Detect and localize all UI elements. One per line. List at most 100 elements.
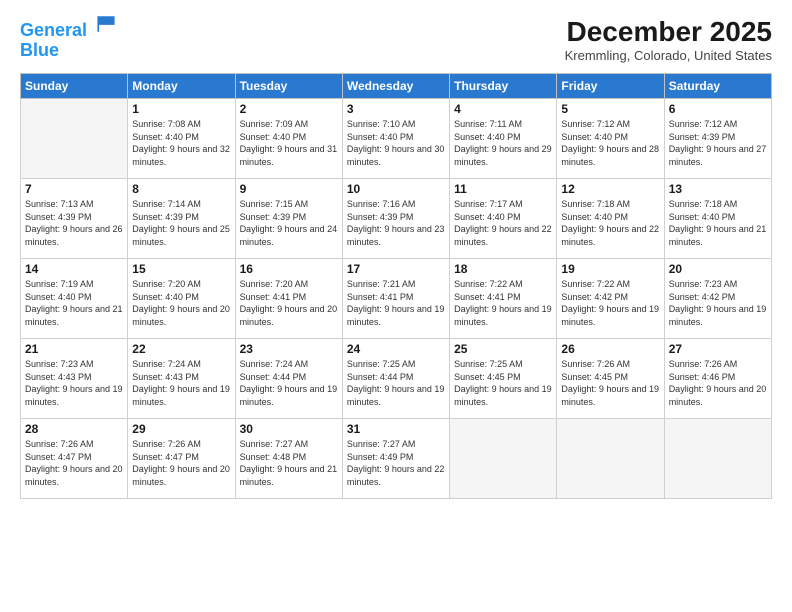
day-number: 16: [240, 262, 338, 276]
day-info: Sunrise: 7:15 AMSunset: 4:39 PMDaylight:…: [240, 198, 338, 248]
day-info: Sunrise: 7:22 AMSunset: 4:41 PMDaylight:…: [454, 278, 552, 328]
day-number: 6: [669, 102, 767, 116]
page: General Blue December 2025 Kremmling, Co…: [0, 0, 792, 612]
day-info: Sunrise: 7:24 AMSunset: 4:44 PMDaylight:…: [240, 358, 338, 408]
calendar-cell: 16 Sunrise: 7:20 AMSunset: 4:41 PMDayligh…: [235, 259, 342, 339]
logo-general: General: [20, 20, 87, 40]
day-info: Sunrise: 7:22 AMSunset: 4:42 PMDaylight:…: [561, 278, 659, 328]
calendar-cell: 1Sunrise: 7:08 AMSunset: 4:40 PMDaylight…: [128, 99, 235, 179]
day-number: 5: [561, 102, 659, 116]
day-number: 11: [454, 182, 552, 196]
day-info: Sunrise: 7:26 AMSunset: 4:47 PMDaylight:…: [132, 438, 230, 488]
day-number: 8: [132, 182, 230, 196]
weekday-header: Saturday: [664, 74, 771, 99]
day-number: 21: [25, 342, 123, 356]
day-info: Sunrise: 7:12 AMSunset: 4:40 PMDaylight:…: [561, 118, 659, 168]
weekday-header: Thursday: [450, 74, 557, 99]
day-info: Sunrise: 7:08 AMSunset: 4:40 PMDaylight:…: [132, 118, 230, 168]
calendar-week-row: 21 Sunrise: 7:23 AMSunset: 4:43 PMDayligh…: [21, 339, 772, 419]
day-number: 28: [25, 422, 123, 436]
weekday-header: Wednesday: [342, 74, 449, 99]
day-info: Sunrise: 7:10 AMSunset: 4:40 PMDaylight:…: [347, 118, 445, 168]
calendar-cell: 9 Sunrise: 7:15 AMSunset: 4:39 PMDaylight…: [235, 179, 342, 259]
calendar-cell: 10Sunrise: 7:16 AMSunset: 4:39 PMDayligh…: [342, 179, 449, 259]
day-number: 27: [669, 342, 767, 356]
day-info: Sunrise: 7:26 AMSunset: 4:46 PMDaylight:…: [669, 358, 767, 408]
day-info: Sunrise: 7:09 AMSunset: 4:40 PMDaylight:…: [240, 118, 338, 168]
day-info: Sunrise: 7:18 AMSunset: 4:40 PMDaylight:…: [669, 198, 767, 248]
day-number: 22: [132, 342, 230, 356]
day-number: 20: [669, 262, 767, 276]
day-number: 15: [132, 262, 230, 276]
day-info: Sunrise: 7:23 AMSunset: 4:42 PMDaylight:…: [669, 278, 767, 328]
weekday-header: Monday: [128, 74, 235, 99]
calendar-cell: 22 Sunrise: 7:24 AMSunset: 4:43 PMDayligh…: [128, 339, 235, 419]
day-number: 25: [454, 342, 552, 356]
calendar-cell: 11 Sunrise: 7:17 AMSunset: 4:40 PMDayligh…: [450, 179, 557, 259]
calendar-cell: 4 Sunrise: 7:11 AMSunset: 4:40 PMDaylight…: [450, 99, 557, 179]
calendar-cell: 13 Sunrise: 7:18 AMSunset: 4:40 PMDayligh…: [664, 179, 771, 259]
calendar-cell: 3 Sunrise: 7:10 AMSunset: 4:40 PMDaylight…: [342, 99, 449, 179]
day-info: Sunrise: 7:24 AMSunset: 4:43 PMDaylight:…: [132, 358, 230, 408]
calendar-week-row: 14 Sunrise: 7:19 AMSunset: 4:40 PMDayligh…: [21, 259, 772, 339]
calendar-week-row: 1Sunrise: 7:08 AMSunset: 4:40 PMDaylight…: [21, 99, 772, 179]
calendar-cell: [450, 419, 557, 499]
calendar-cell: 7 Sunrise: 7:13 AMSunset: 4:39 PMDaylight…: [21, 179, 128, 259]
day-number: 23: [240, 342, 338, 356]
day-info: Sunrise: 7:20 AMSunset: 4:40 PMDaylight:…: [132, 278, 230, 328]
day-info: Sunrise: 7:19 AMSunset: 4:40 PMDaylight:…: [25, 278, 123, 328]
day-number: 26: [561, 342, 659, 356]
logo-blue: Blue: [20, 41, 118, 61]
day-info: Sunrise: 7:11 AMSunset: 4:40 PMDaylight:…: [454, 118, 552, 168]
day-number: 29: [132, 422, 230, 436]
day-number: 17: [347, 262, 445, 276]
day-info: Sunrise: 7:13 AMSunset: 4:39 PMDaylight:…: [25, 198, 123, 248]
calendar-week-row: 7 Sunrise: 7:13 AMSunset: 4:39 PMDaylight…: [21, 179, 772, 259]
calendar-cell: 25Sunrise: 7:25 AMSunset: 4:45 PMDayligh…: [450, 339, 557, 419]
calendar-cell: 6Sunrise: 7:12 AMSunset: 4:39 PMDaylight…: [664, 99, 771, 179]
day-number: 19: [561, 262, 659, 276]
calendar-cell: 30 Sunrise: 7:27 AMSunset: 4:48 PMDayligh…: [235, 419, 342, 499]
logo-flag-icon: [94, 14, 118, 34]
day-number: 2: [240, 102, 338, 116]
calendar-cell: 15 Sunrise: 7:20 AMSunset: 4:40 PMDayligh…: [128, 259, 235, 339]
calendar-cell: 17Sunrise: 7:21 AMSunset: 4:41 PMDayligh…: [342, 259, 449, 339]
weekday-header: Sunday: [21, 74, 128, 99]
weekday-header: Tuesday: [235, 74, 342, 99]
day-info: Sunrise: 7:14 AMSunset: 4:39 PMDaylight:…: [132, 198, 230, 248]
month-title: December 2025: [565, 16, 772, 48]
calendar-cell: [664, 419, 771, 499]
day-number: 3: [347, 102, 445, 116]
day-info: Sunrise: 7:27 AMSunset: 4:48 PMDaylight:…: [240, 438, 338, 488]
day-number: 13: [669, 182, 767, 196]
logo: General Blue: [20, 16, 118, 61]
calendar-week-row: 28 Sunrise: 7:26 AMSunset: 4:47 PMDayligh…: [21, 419, 772, 499]
day-number: 24: [347, 342, 445, 356]
calendar-cell: 23 Sunrise: 7:24 AMSunset: 4:44 PMDayligh…: [235, 339, 342, 419]
calendar-cell: 14 Sunrise: 7:19 AMSunset: 4:40 PMDayligh…: [21, 259, 128, 339]
day-info: Sunrise: 7:26 AMSunset: 4:47 PMDaylight:…: [25, 438, 123, 488]
day-info: Sunrise: 7:27 AMSunset: 4:49 PMDaylight:…: [347, 438, 445, 488]
day-info: Sunrise: 7:20 AMSunset: 4:41 PMDaylight:…: [240, 278, 338, 328]
day-number: 30: [240, 422, 338, 436]
calendar-cell: 31Sunrise: 7:27 AMSunset: 4:49 PMDayligh…: [342, 419, 449, 499]
calendar-cell: 18Sunrise: 7:22 AMSunset: 4:41 PMDayligh…: [450, 259, 557, 339]
calendar-cell: 19 Sunrise: 7:22 AMSunset: 4:42 PMDayligh…: [557, 259, 664, 339]
calendar-cell: 29 Sunrise: 7:26 AMSunset: 4:47 PMDayligh…: [128, 419, 235, 499]
location: Kremmling, Colorado, United States: [565, 48, 772, 63]
day-number: 9: [240, 182, 338, 196]
day-number: 7: [25, 182, 123, 196]
day-info: Sunrise: 7:25 AMSunset: 4:44 PMDaylight:…: [347, 358, 445, 408]
calendar-cell: 21 Sunrise: 7:23 AMSunset: 4:43 PMDayligh…: [21, 339, 128, 419]
calendar-header-row: SundayMondayTuesdayWednesdayThursdayFrid…: [21, 74, 772, 99]
day-info: Sunrise: 7:23 AMSunset: 4:43 PMDaylight:…: [25, 358, 123, 408]
day-info: Sunrise: 7:17 AMSunset: 4:40 PMDaylight:…: [454, 198, 552, 248]
day-number: 10: [347, 182, 445, 196]
day-info: Sunrise: 7:26 AMSunset: 4:45 PMDaylight:…: [561, 358, 659, 408]
day-info: Sunrise: 7:18 AMSunset: 4:40 PMDaylight:…: [561, 198, 659, 248]
calendar-cell: 20 Sunrise: 7:23 AMSunset: 4:42 PMDayligh…: [664, 259, 771, 339]
calendar-cell: 28 Sunrise: 7:26 AMSunset: 4:47 PMDayligh…: [21, 419, 128, 499]
day-number: 14: [25, 262, 123, 276]
day-number: 4: [454, 102, 552, 116]
calendar-cell: 2 Sunrise: 7:09 AMSunset: 4:40 PMDaylight…: [235, 99, 342, 179]
